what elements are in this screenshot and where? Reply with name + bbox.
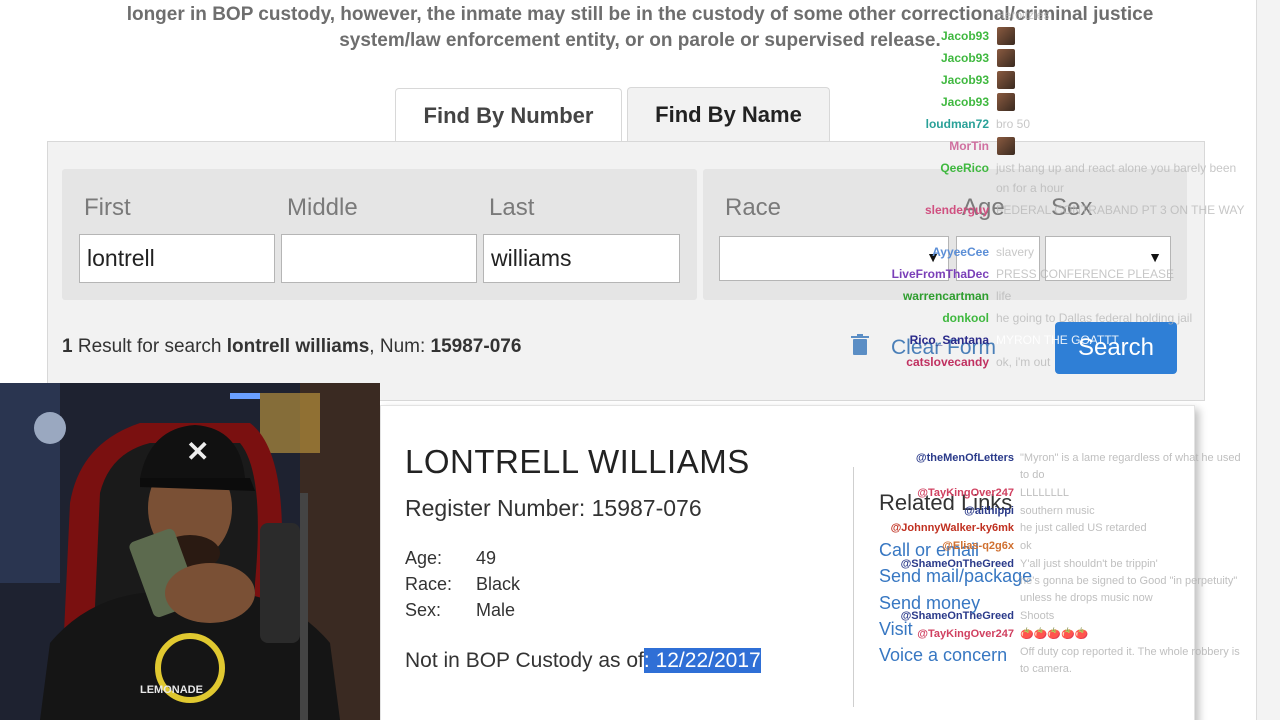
chat-msg-14: MYRON THE GOATTT [996, 333, 1119, 347]
chat2-msg-4: he just called US retarded [1020, 522, 1147, 534]
middle-name-label: Middle [287, 194, 358, 221]
chat-msg-12: life [996, 289, 1012, 303]
chat2-msg-6: Y'all just shouldn't be trippin' [1020, 558, 1158, 570]
custody-prefix: Not in BOP Custody as of [405, 649, 644, 672]
chat2-user-9: @ShameOnTheGreed [900, 610, 1014, 622]
result-text: Result for search [72, 336, 227, 357]
result-num: 15987-076 [430, 336, 522, 357]
race-label: Race [725, 194, 782, 221]
chat-user-10: AyyeeCee [932, 245, 989, 259]
race-attr-label: Race: [405, 574, 453, 594]
chat-msg-5: bro 50 [996, 117, 1031, 131]
chat2-msg-8: unless he drops music now [1020, 592, 1153, 604]
race-value: Black [476, 574, 521, 594]
chat-user-9: slenderguy [924, 203, 989, 217]
trash-icon[interactable] [851, 334, 869, 362]
webcam-scene: ✕ LEMONADE [0, 383, 380, 720]
card-divider [853, 467, 854, 707]
chat-user-3: Jacob93 [940, 73, 989, 87]
age-attr-label: Age: [405, 548, 443, 568]
chat-msg-8: on for a hour [996, 181, 1065, 195]
chevron-down-icon: ▼ [1148, 249, 1162, 265]
chat2-user-4: @JohnnyWalker-ky6mk [890, 522, 1014, 534]
page-scrollbar[interactable] [1256, 0, 1280, 720]
chat-avatar [997, 27, 1015, 45]
hat-logo: ✕ [186, 436, 209, 467]
chat2-msg-0: "Myron" is a lame regardless of what he … [1020, 452, 1241, 464]
chat2-user-6: @ShameOnTheGreed [900, 558, 1014, 570]
chat2-user-10: @TayKingOver247 [917, 628, 1014, 640]
chat-user-15: catslovecandy [906, 355, 989, 369]
custody-notice: longer in BOP custody, however, the inma… [40, 2, 1240, 54]
chat2-user-0: @theMenOfLetters [915, 452, 1014, 464]
webcam-overlay: ✕ LEMONADE [0, 383, 380, 720]
chat-msg-11: PRESS CONFERENCE PLEASE [996, 267, 1175, 281]
custody-status: Not in BOP Custody as of: 12/22/2017 [405, 648, 761, 673]
chat2-user-5: @Elias-q2g6x [942, 540, 1014, 552]
chat2-user-2: @TayKingOver247 [917, 487, 1014, 499]
custody-date-selected[interactable]: : 12/22/2017 [643, 648, 761, 673]
last-name-label: Last [489, 194, 535, 221]
chat-avatar [997, 49, 1015, 67]
chat-user-5: loudman72 [925, 117, 989, 131]
age-value: 49 [476, 548, 497, 568]
middle-name-input[interactable] [281, 234, 477, 283]
chat-msg-10: slavery [996, 245, 1035, 259]
chat-avatar [997, 71, 1015, 89]
chat-user-1: Jacob93 [940, 29, 989, 43]
custody-notice-line1: longer in BOP custody, however, the inma… [126, 4, 1154, 25]
sex-attr-label: Sex: [405, 600, 442, 620]
inmate-name: LONTRELL WILLIAMS [405, 443, 750, 480]
chat2-msg-12: to camera. [1020, 663, 1072, 675]
chat2-msg-2: LLLLLLLL [1020, 487, 1069, 499]
result-count: 1 [62, 336, 73, 357]
chat-msg-13: he going to Dallas federal holding jail [996, 311, 1193, 325]
chat-emote-icon [997, 137, 1015, 155]
chat2-msg-10: 🍅🍅🍅🍅🍅 [1020, 628, 1089, 640]
chat-msg-0: Heroitzies [996, 8, 1050, 22]
sex-value: Male [476, 600, 516, 620]
chat-msg-7: just hang up and react alone you barely … [996, 161, 1237, 175]
first-name-label: First [84, 194, 131, 221]
chat-msg-9: FEDERAL CONTRABAND PT 3 ON THE WAY [996, 203, 1245, 217]
chat2-msg-11: Off duty cop reported it. The whole robb… [1020, 646, 1240, 658]
chat-user-12: warrencartman [902, 289, 989, 303]
chat-user-2: Jacob93 [940, 51, 989, 65]
tab-find-by-number[interactable]: Find By Number [395, 88, 622, 143]
link-visit[interactable]: Visit [879, 619, 913, 640]
chat-user-11: LiveFromThaDec [891, 267, 989, 281]
result-query: lontrell williams [226, 336, 370, 357]
chat-user-4: Jacob93 [940, 95, 989, 109]
custody-notice-line2: system/law enforcement entity, or on par… [339, 30, 941, 51]
chat-msg-15: ok, i'm out [996, 355, 1051, 369]
chat-avatar [997, 93, 1015, 111]
chat-user-7: QeeRico [940, 161, 989, 175]
link-voice-concern[interactable]: Voice a concern [879, 645, 1007, 666]
chat2-msg-5: ok [1020, 540, 1032, 552]
chat2-msg-3: southern music [1020, 505, 1095, 517]
shirt-text: LEMONADE [140, 684, 203, 696]
chat-user-6: MorTin [949, 139, 989, 153]
register-number: Register Number: 15987-076 [405, 495, 702, 521]
result-summary: 1 Result for search lontrell williams, N… [62, 336, 521, 358]
result-num-text: , Num: [369, 336, 431, 357]
chat-user-13: donkool [942, 311, 989, 325]
chat2-msg-7: he's gonna be signed to Good "in perpetu… [1020, 575, 1238, 587]
tab-find-by-name[interactable]: Find By Name [627, 87, 830, 142]
chat2-user-3: @aithippi [964, 505, 1014, 517]
chat-user-14: Rico_Santana [909, 333, 989, 347]
search-button[interactable]: Search [1055, 322, 1177, 374]
last-name-input[interactable]: williams [483, 234, 680, 283]
chat2-msg-9: Shoots [1020, 610, 1055, 622]
chat2-msg-1: to do [1020, 469, 1045, 481]
first-name-input[interactable]: lontrell [79, 234, 275, 283]
